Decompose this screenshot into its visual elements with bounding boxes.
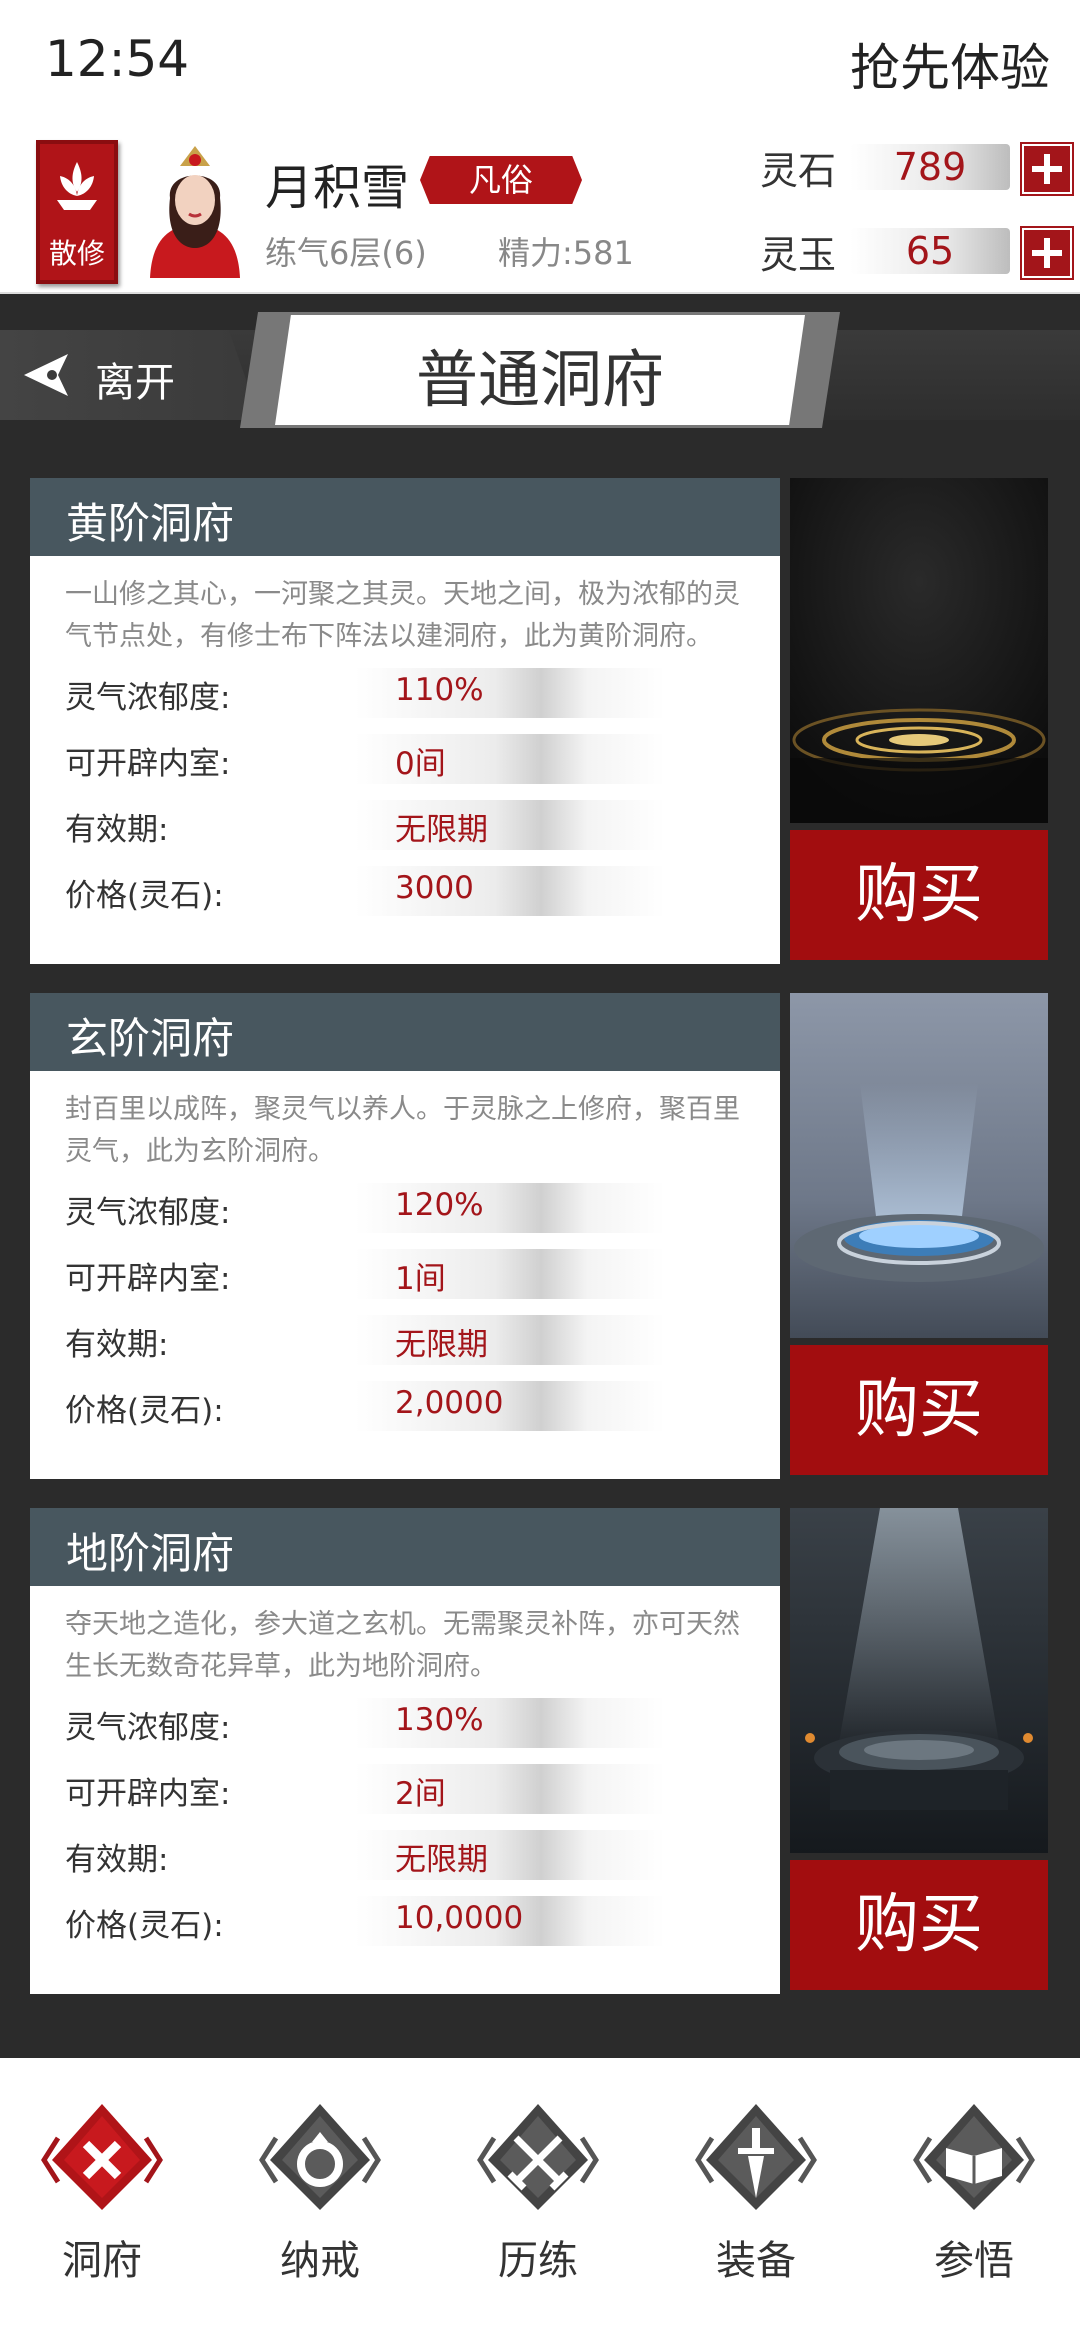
stat-row: 价格(灵石): 10,0000 xyxy=(65,1892,665,1948)
rank-badge: 凡俗 xyxy=(420,156,582,204)
cave-icon xyxy=(41,2104,163,2210)
stat-label: 有效期: xyxy=(65,812,169,848)
nav-label: 装备 xyxy=(716,2238,796,2284)
spirit-stone-counter: 灵石 789 xyxy=(760,138,1072,198)
clock: 12:54 xyxy=(45,30,190,88)
bottom-nav: 洞府 纳戒 历练 装备 参悟 xyxy=(0,2058,1080,2340)
stat-row: 可开辟内室: 1间 xyxy=(65,1245,665,1301)
stat-row: 可开辟内室: 2间 xyxy=(65,1760,665,1816)
cultivation-realm: 练气6层(6) xyxy=(265,234,427,272)
stat-label: 可开辟内室: xyxy=(65,746,231,782)
stat-row: 有效期: 无限期 xyxy=(65,796,665,852)
title-banner: 离开 普通洞府 xyxy=(0,300,1080,450)
stat-label: 灵气浓郁度: xyxy=(65,1710,231,1746)
card-header: 黄阶洞府 xyxy=(30,478,780,556)
stat-row: 价格(灵石): 2,0000 xyxy=(65,1377,665,1433)
nav-item-cave[interactable]: 洞府 xyxy=(22,2098,182,2318)
add-spirit-stone-button[interactable] xyxy=(1022,144,1072,194)
stat-value: 无限期 xyxy=(395,812,488,848)
card-description: 夺天地之造化，参大道之玄机。无需聚灵补阵，亦可天然生长无数奇花异草，此为地阶洞府… xyxy=(65,1609,740,1682)
card-title: 黄阶洞府 xyxy=(66,499,235,548)
nav-label: 历练 xyxy=(498,2238,578,2284)
card-title: 玄阶洞府 xyxy=(66,1014,235,1063)
stat-label: 价格(灵石): xyxy=(65,1393,224,1429)
stat-label: 有效期: xyxy=(65,1842,169,1878)
stat-value: 130% xyxy=(395,1702,484,1738)
lotus-icon xyxy=(57,162,97,210)
buy-button[interactable]: 购买 xyxy=(790,1860,1048,1990)
stat-value: 2间 xyxy=(395,1776,446,1812)
stat-row: 灵气浓郁度: 120% xyxy=(65,1179,665,1235)
card-header: 玄阶洞府 xyxy=(30,993,780,1071)
nav-label: 纳戒 xyxy=(280,2238,360,2284)
cave-image-mystic xyxy=(790,993,1048,1338)
add-spirit-jade-button[interactable] xyxy=(1022,228,1072,278)
stat-label: 灵气浓郁度: xyxy=(65,680,231,716)
stat-label: 可开辟内室: xyxy=(65,1261,231,1297)
card-header: 地阶洞府 xyxy=(30,1508,780,1586)
card-description: 一山修之其心，一河聚之其灵。天地之间，极为浓郁的灵气节点处，有修士布下阵法以建洞… xyxy=(65,579,740,652)
currency-value: 65 xyxy=(905,229,955,273)
card-description: 封百里以成阵，聚灵气以养人。于灵脉之上修府，聚百里灵气，此为玄阶洞府。 xyxy=(65,1094,740,1167)
buy-button[interactable]: 购买 xyxy=(790,830,1048,960)
status-bar: 12:54 抢先体验 xyxy=(0,0,1080,130)
sword-icon xyxy=(695,2104,817,2210)
stat-row: 灵气浓郁度: 110% xyxy=(65,664,665,720)
stat-label: 有效期: xyxy=(65,1327,169,1363)
ring-icon xyxy=(259,2104,381,2210)
cave-card-yellow: 黄阶洞府 一山修之其心，一河聚之其灵。天地之间，极为浓郁的灵气节点处，有修士布下… xyxy=(30,478,780,964)
stat-value: 0间 xyxy=(395,746,446,782)
stat-value: 120% xyxy=(395,1187,484,1223)
back-arrow-icon xyxy=(24,354,68,396)
stat-label: 价格(灵石): xyxy=(65,1908,224,1944)
sect-badge[interactable]: 散修 xyxy=(36,140,118,284)
early-access-link[interactable]: 抢先体验 xyxy=(850,28,1050,100)
currency-value: 789 xyxy=(893,145,967,189)
nav-item-equipment[interactable]: 装备 xyxy=(676,2098,836,2318)
stat-value: 10,0000 xyxy=(395,1900,524,1936)
title-plate: 普通洞府 xyxy=(275,315,805,425)
cave-card-mystic: 玄阶洞府 封百里以成阵，聚灵气以养人。于灵脉之上修府，聚百里灵气，此为玄阶洞府。… xyxy=(30,993,780,1479)
sect-label: 散修 xyxy=(48,237,105,270)
buy-button[interactable]: 购买 xyxy=(790,1345,1048,1475)
stat-value: 无限期 xyxy=(395,1842,488,1878)
avatar[interactable] xyxy=(140,138,250,278)
currency-label: 灵石 xyxy=(760,149,837,193)
leave-button[interactable]: 离开 xyxy=(0,330,260,420)
cave-image-earth xyxy=(790,1508,1048,1853)
stat-value: 无限期 xyxy=(395,1327,488,1363)
crossed-swords-icon xyxy=(477,2104,599,2210)
cave-card-earth: 地阶洞府 夺天地之造化，参大道之玄机。无需聚灵补阵，亦可天然生长无数奇花异草，此… xyxy=(30,1508,780,1994)
currency-label: 灵玉 xyxy=(760,233,837,277)
stat-label: 可开辟内室: xyxy=(65,1776,231,1812)
nav-label: 参悟 xyxy=(934,2238,1014,2284)
stat-row: 可开辟内室: 0间 xyxy=(65,730,665,786)
stat-value: 3000 xyxy=(395,870,474,906)
book-icon xyxy=(913,2104,1035,2210)
nav-label: 洞府 xyxy=(62,2238,142,2284)
stat-label: 灵气浓郁度: xyxy=(65,1195,231,1231)
stat-value: 110% xyxy=(395,672,484,708)
stat-row: 灵气浓郁度: 130% xyxy=(65,1694,665,1750)
stat-label: 价格(灵石): xyxy=(65,878,224,914)
player-name: 月积雪 xyxy=(265,160,410,216)
stat-row: 有效期: 无限期 xyxy=(65,1311,665,1367)
player-header: 散修 月积雪 凡俗 练气6层(6) 精力:581 灵石 789 灵玉 65 xyxy=(0,130,1080,294)
stat-value: 1间 xyxy=(395,1261,446,1297)
cave-image-yellow xyxy=(790,478,1048,823)
stat-row: 有效期: 无限期 xyxy=(65,1826,665,1882)
stat-row: 价格(灵石): 3000 xyxy=(65,862,665,918)
energy-value: 精力:581 xyxy=(498,234,634,272)
leave-label: 离开 xyxy=(95,360,175,406)
card-title: 地阶洞府 xyxy=(66,1529,235,1578)
spirit-jade-counter: 灵玉 65 xyxy=(760,222,1072,282)
stat-value: 2,0000 xyxy=(395,1385,504,1421)
page-title: 普通洞府 xyxy=(415,343,664,416)
nav-item-ring[interactable]: 纳戒 xyxy=(240,2098,400,2318)
nav-item-training[interactable]: 历练 xyxy=(458,2098,618,2318)
nav-item-enlightenment[interactable]: 参悟 xyxy=(894,2098,1054,2318)
